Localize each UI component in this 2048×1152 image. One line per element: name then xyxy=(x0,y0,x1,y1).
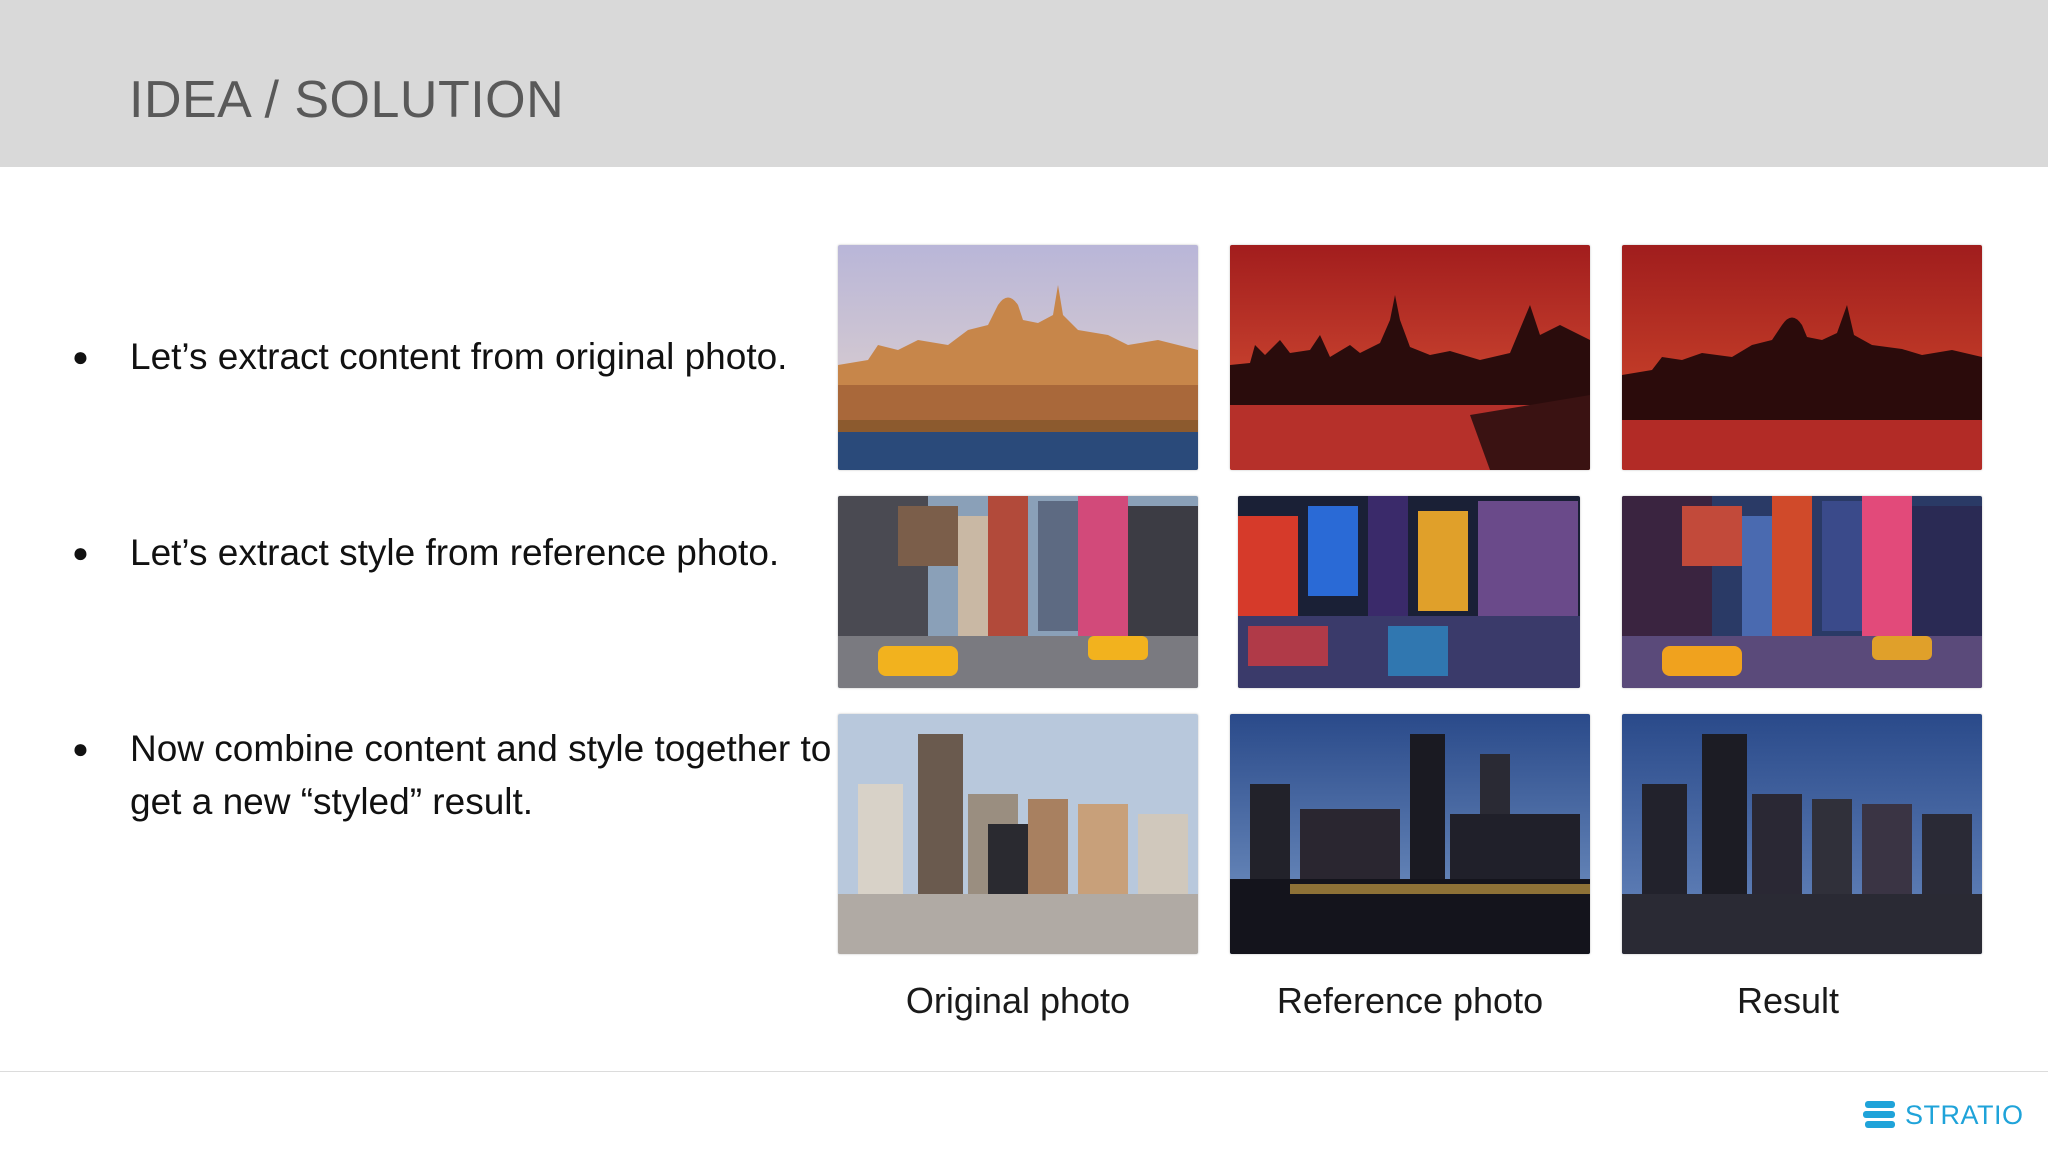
photo-reference-neon-street xyxy=(1238,496,1580,688)
photo-result-red-skyline xyxy=(1622,245,1982,470)
photo-reference-night-city xyxy=(1230,714,1590,954)
footer-divider xyxy=(0,1071,2048,1072)
bullet-marker: ● xyxy=(72,341,89,372)
bullet-marker: ● xyxy=(72,733,89,764)
slide-title: IDEA / SOLUTION xyxy=(129,71,565,129)
photo-reference-sunset xyxy=(1230,245,1590,470)
photo-original-skyline xyxy=(838,245,1198,470)
brand-name: STRATIO xyxy=(1905,1099,2024,1130)
photo-original-street xyxy=(838,496,1198,688)
bullet-text: Let’s extract style from reference photo… xyxy=(130,532,780,573)
caption-result: Result xyxy=(1736,980,1840,1021)
caption-original-photo: Original photo xyxy=(905,980,1131,1021)
brand-logo: STRATIO xyxy=(1863,1098,2024,1132)
bullet-text: Now combine content and style together t… xyxy=(130,728,832,822)
bullet-marker: ● xyxy=(72,537,89,568)
stratio-icon xyxy=(1863,1101,1895,1128)
caption-reference-photo: Reference photo xyxy=(1276,980,1544,1021)
photo-original-downtown xyxy=(838,714,1198,954)
photo-result-neon-street xyxy=(1622,496,1982,688)
photo-result-night-city xyxy=(1622,714,1982,954)
bullet-text: Let’s extract content from original phot… xyxy=(130,336,788,377)
slide-header: IDEA / SOLUTION xyxy=(0,0,2048,167)
